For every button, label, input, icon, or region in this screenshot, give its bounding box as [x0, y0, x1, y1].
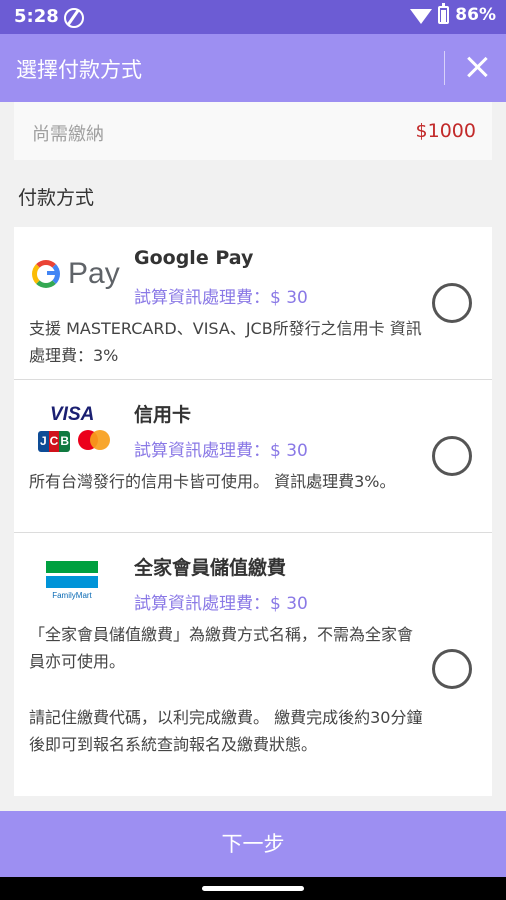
- jcb-logo: JCB: [38, 431, 70, 452]
- payment-option-fee: 試算資訊處理費：$ 30: [134, 288, 308, 308]
- radio-google-pay[interactable]: [432, 283, 472, 323]
- payment-option-fee: 試算資訊處理費：$ 30: [134, 441, 308, 461]
- amount-due-label: 尚需繳納: [32, 124, 104, 145]
- sync-status-icon: [64, 8, 84, 28]
- battery-percent: 86%: [455, 5, 496, 25]
- page-title: 選擇付款方式: [16, 58, 142, 82]
- google-pay-logo: Pay: [32, 257, 120, 291]
- status-indicators: 86%: [410, 3, 496, 25]
- mastercard-logo: [78, 430, 110, 450]
- credit-card-logos: VISA JCB: [38, 404, 118, 464]
- payment-option-google-pay[interactable]: Pay Google Pay 試算資訊處理費：$ 30 支援 MASTERCAR…: [14, 227, 492, 380]
- google-pay-logo-text: Pay: [68, 257, 120, 290]
- radio-familymart[interactable]: [432, 649, 472, 689]
- close-icon[interactable]: [458, 48, 496, 88]
- payment-option-note: 請記住繳費代碼，以利完成繳費。 繳費完成後約30分鐘後即可到報名系統查詢報名及繳…: [29, 708, 423, 754]
- payment-method-list: Pay Google Pay 試算資訊處理費：$ 30 支援 MASTERCAR…: [14, 227, 492, 796]
- payment-section-title: 付款方式: [18, 187, 95, 209]
- payment-option-name: Google Pay: [134, 247, 254, 269]
- payment-option-fee: 試算資訊處理費：$ 30: [134, 594, 308, 614]
- payment-option-description: 「全家會員儲值繳費」為繳費方式名稱，不需為全家會員亦可使用。: [29, 625, 414, 671]
- battery-icon: [438, 3, 450, 24]
- familymart-logo-text: FamilyMart: [52, 591, 92, 600]
- payment-option-familymart[interactable]: FamilyMart 全家會員儲值繳費 試算資訊處理費：$ 30 「全家會員儲值…: [14, 533, 492, 796]
- status-bar: 5:28 86%: [0, 0, 506, 34]
- payment-option-description: 所有台灣發行的信用卡皆可使用。 資訊處理費3%。: [29, 472, 396, 491]
- google-g-icon: [32, 260, 60, 288]
- payment-option-description: 支援 MASTERCARD、VISA、JCB所發行之信用卡 資訊處理費：3%: [29, 319, 422, 365]
- radio-credit-card[interactable]: [432, 436, 472, 476]
- app-bar: 選擇付款方式: [0, 34, 506, 102]
- amount-due-value: $1000: [415, 120, 476, 142]
- home-handle[interactable]: [202, 886, 304, 891]
- wifi-icon: [410, 8, 433, 24]
- visa-logo: VISA: [50, 404, 95, 425]
- header-divider: [444, 51, 445, 85]
- system-nav-bar: [0, 877, 506, 900]
- familymart-logo: FamilyMart: [46, 561, 98, 611]
- status-time: 5:28: [14, 6, 59, 27]
- amount-due-card: 尚需繳納 $1000: [14, 102, 492, 160]
- payment-option-name: 信用卡: [134, 404, 192, 426]
- payment-option-name: 全家會員儲值繳費: [134, 557, 287, 579]
- payment-option-credit-card[interactable]: VISA JCB 信用卡 試算資訊處理費：$ 30 所有台灣發行的信用卡皆可使用…: [14, 380, 492, 533]
- next-step-button[interactable]: 下一步: [0, 811, 506, 877]
